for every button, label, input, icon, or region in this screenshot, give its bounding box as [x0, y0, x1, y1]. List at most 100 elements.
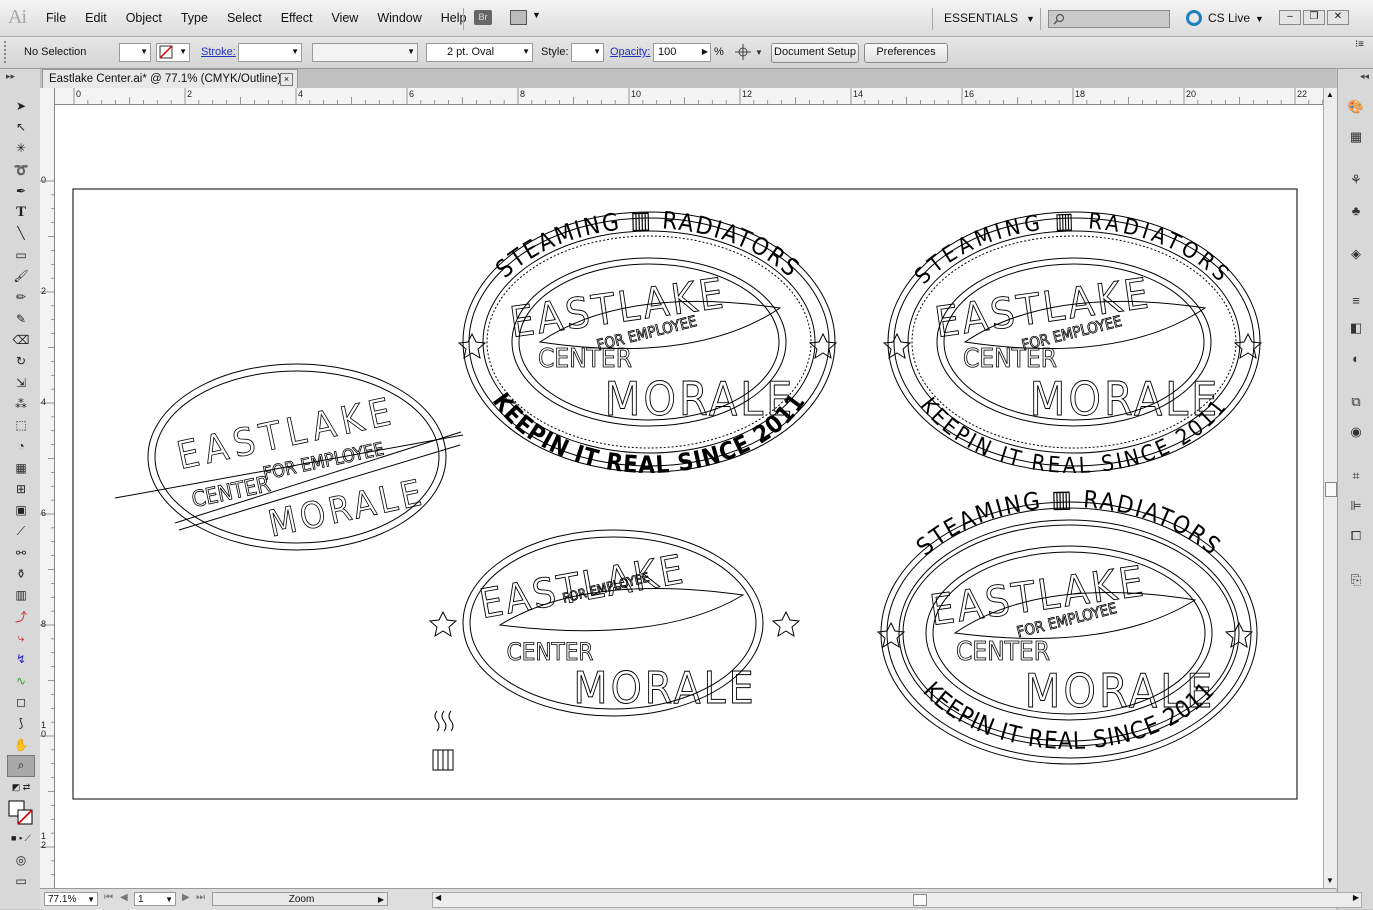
- collapse-panel-icon[interactable]: ▸▸: [6, 71, 15, 82]
- gradient-panel-icon[interactable]: ◧: [1347, 319, 1365, 337]
- menu-view[interactable]: View: [331, 11, 358, 25]
- close-tab-button[interactable]: ×: [280, 73, 293, 86]
- brush-dropdown[interactable]: 2 pt. Oval ▼: [426, 43, 533, 62]
- previous-artboard-icon[interactable]: ◀: [120, 892, 128, 903]
- color-panel-icon[interactable]: 🎨: [1347, 98, 1365, 116]
- preferences-button[interactable]: Preferences: [864, 43, 948, 63]
- line-tool-icon[interactable]: ╲: [7, 223, 35, 244]
- eyedropper-tool-icon[interactable]: ⟋: [7, 521, 35, 542]
- horizontal-scrollbar[interactable]: ◀ ▶: [432, 892, 1362, 908]
- slice-tool-icon[interactable]: ⤷: [7, 627, 35, 648]
- column-graph-tool-icon[interactable]: ▥: [7, 585, 35, 606]
- minimize-button[interactable]: –: [1279, 10, 1301, 25]
- color-mode-icon[interactable]: ■ ▪ ⟋: [7, 828, 35, 849]
- scroll-down-icon[interactable]: ▼: [1326, 876, 1334, 885]
- grip-handle[interactable]: [4, 41, 10, 63]
- document-setup-button[interactable]: Document Setup: [771, 43, 859, 63]
- menu-object[interactable]: Object: [126, 11, 162, 25]
- lasso-tool-icon[interactable]: ➰: [7, 159, 35, 180]
- menu-type[interactable]: Type: [181, 11, 208, 25]
- stroke-color-dropdown[interactable]: ▼: [156, 43, 190, 62]
- symbol-sprayer-tool-icon[interactable]: ⚱: [7, 564, 35, 585]
- symbols-panel-icon[interactable]: ♣: [1347, 201, 1365, 219]
- panel-menu-icon[interactable]: ⁝≡: [1355, 39, 1364, 55]
- pencil-tool-icon[interactable]: ✏: [7, 287, 35, 308]
- zoom-level-field[interactable]: 77.1% ▼: [44, 892, 98, 906]
- vertical-scrollbar[interactable]: ▲ ▼: [1323, 88, 1337, 888]
- menu-edit[interactable]: Edit: [85, 11, 107, 25]
- variable-width-dropdown[interactable]: ▼: [312, 43, 418, 62]
- bridge-button[interactable]: Br: [474, 10, 492, 25]
- transform-panel-icon[interactable]: ⌗: [1347, 467, 1365, 485]
- scissors-tool-icon[interactable]: ↯: [7, 649, 35, 670]
- scroll-right-icon[interactable]: ▶: [1353, 893, 1359, 902]
- first-artboard-icon[interactable]: ⏮: [104, 892, 113, 903]
- screen-mode-icon[interactable]: ▭: [7, 870, 35, 891]
- zoom-tool-icon[interactable]: ⌕: [7, 755, 35, 777]
- shape-builder-tool-icon[interactable]: ◔: [7, 436, 35, 457]
- stroke-label[interactable]: Stroke:: [201, 46, 236, 62]
- workspace-switcher[interactable]: ESSENTIALS ▼: [944, 11, 1035, 25]
- status-menu[interactable]: Zoom ▶: [212, 892, 388, 906]
- free-transform-tool-icon[interactable]: ⬚: [7, 414, 35, 435]
- crop-tool-icon[interactable]: ◻: [7, 691, 35, 712]
- close-button[interactable]: ✕: [1327, 10, 1349, 25]
- arrange-documents-button[interactable]: ▼: [510, 10, 542, 26]
- pathfinder-panel-icon[interactable]: ⧠: [1347, 527, 1365, 545]
- next-artboard-icon[interactable]: ▶: [182, 892, 190, 903]
- menu-effect[interactable]: Effect: [281, 11, 313, 25]
- graphic-style-dropdown[interactable]: ▼: [571, 43, 604, 62]
- horizontal-ruler[interactable]: 0 2 4 6 8 10 12 14 16 18 20 22: [54, 88, 1324, 105]
- opacity-field[interactable]: 100 ▶: [653, 43, 711, 62]
- type-tool-icon[interactable]: T: [7, 201, 35, 222]
- scroll-up-icon[interactable]: ▲: [1326, 90, 1334, 99]
- selection-tool-icon[interactable]: ➤: [7, 95, 35, 116]
- knife-tool-icon[interactable]: ⟆: [7, 713, 35, 734]
- fill-stroke-swatch[interactable]: [7, 798, 35, 828]
- layers-panel-icon[interactable]: ◈: [1347, 245, 1365, 263]
- appearance-panel-icon[interactable]: ⧉: [1347, 393, 1365, 411]
- eraser-tool-icon[interactable]: ⌫: [7, 329, 35, 350]
- scale-tool-icon[interactable]: ⇲: [7, 372, 35, 393]
- swatches-panel-icon[interactable]: ▦: [1347, 128, 1365, 146]
- transparency-panel-icon[interactable]: ◐: [1347, 349, 1365, 367]
- menu-file[interactable]: File: [46, 11, 66, 25]
- last-artboard-icon[interactable]: ⏭: [196, 892, 205, 903]
- warp-tool-icon[interactable]: ⁂: [7, 393, 35, 414]
- rectangle-tool-icon[interactable]: ▭: [7, 244, 35, 265]
- align-panel-icon[interactable]: ⊫: [1347, 497, 1365, 515]
- magic-wand-tool-icon[interactable]: ✳: [7, 138, 35, 159]
- restore-button[interactable]: ❐: [1303, 10, 1325, 25]
- rotate-tool-icon[interactable]: ↻: [7, 351, 35, 372]
- blob-brush-tool-icon[interactable]: ✎: [7, 308, 35, 329]
- recolor-artwork-button[interactable]: ▼: [734, 43, 763, 61]
- document-tab[interactable]: Eastlake Center.ai* @ 77.1% (CMYK/Outlin…: [42, 69, 298, 88]
- hand-tool-icon[interactable]: ✋: [7, 734, 35, 755]
- scroll-left-icon[interactable]: ◀: [435, 893, 441, 902]
- horizontal-scroll-thumb[interactable]: [913, 894, 927, 906]
- mesh-tool-icon[interactable]: ⊞: [7, 478, 35, 499]
- opacity-label[interactable]: Opacity:: [610, 46, 650, 62]
- graphic-styles-panel-icon[interactable]: ◉: [1347, 423, 1365, 441]
- vertical-scroll-thumb[interactable]: [1325, 482, 1337, 497]
- fill-color-dropdown[interactable]: ▼: [119, 43, 151, 62]
- artboards-panel-icon[interactable]: ⎘: [1347, 571, 1365, 589]
- gradient-tool-icon[interactable]: ▣: [7, 500, 35, 521]
- perspective-grid-tool-icon[interactable]: ▦: [7, 457, 35, 478]
- brushes-panel-icon[interactable]: ⚘: [1347, 171, 1365, 189]
- expand-panels-icon[interactable]: ◂◂: [1360, 71, 1369, 82]
- paintbrush-tool-icon[interactable]: 🖌: [7, 265, 35, 286]
- menu-select[interactable]: Select: [227, 11, 262, 25]
- blend-tool-icon[interactable]: ⚯: [7, 542, 35, 563]
- wave-tool-icon[interactable]: ∿: [7, 670, 35, 691]
- pen-tool-icon[interactable]: ✒: [7, 180, 35, 201]
- direct-selection-tool-icon[interactable]: ↖: [7, 116, 35, 137]
- stroke-weight-field[interactable]: ▼: [238, 43, 302, 62]
- drawing-mode-icon[interactable]: ◎: [7, 849, 35, 870]
- cs-live-menu[interactable]: CS Live ▼: [1186, 10, 1264, 26]
- artboard-number-field[interactable]: 1 ▼: [134, 892, 176, 906]
- vertical-ruler[interactable]: 0 2 4 6 8 1 0 1 2: [40, 88, 55, 888]
- menu-window[interactable]: Window: [377, 11, 421, 25]
- canvas[interactable]: EASTLAKE CENTER FOR EMPLOYEE MORALE STEA…: [55, 105, 1323, 888]
- search-input[interactable]: [1048, 10, 1170, 28]
